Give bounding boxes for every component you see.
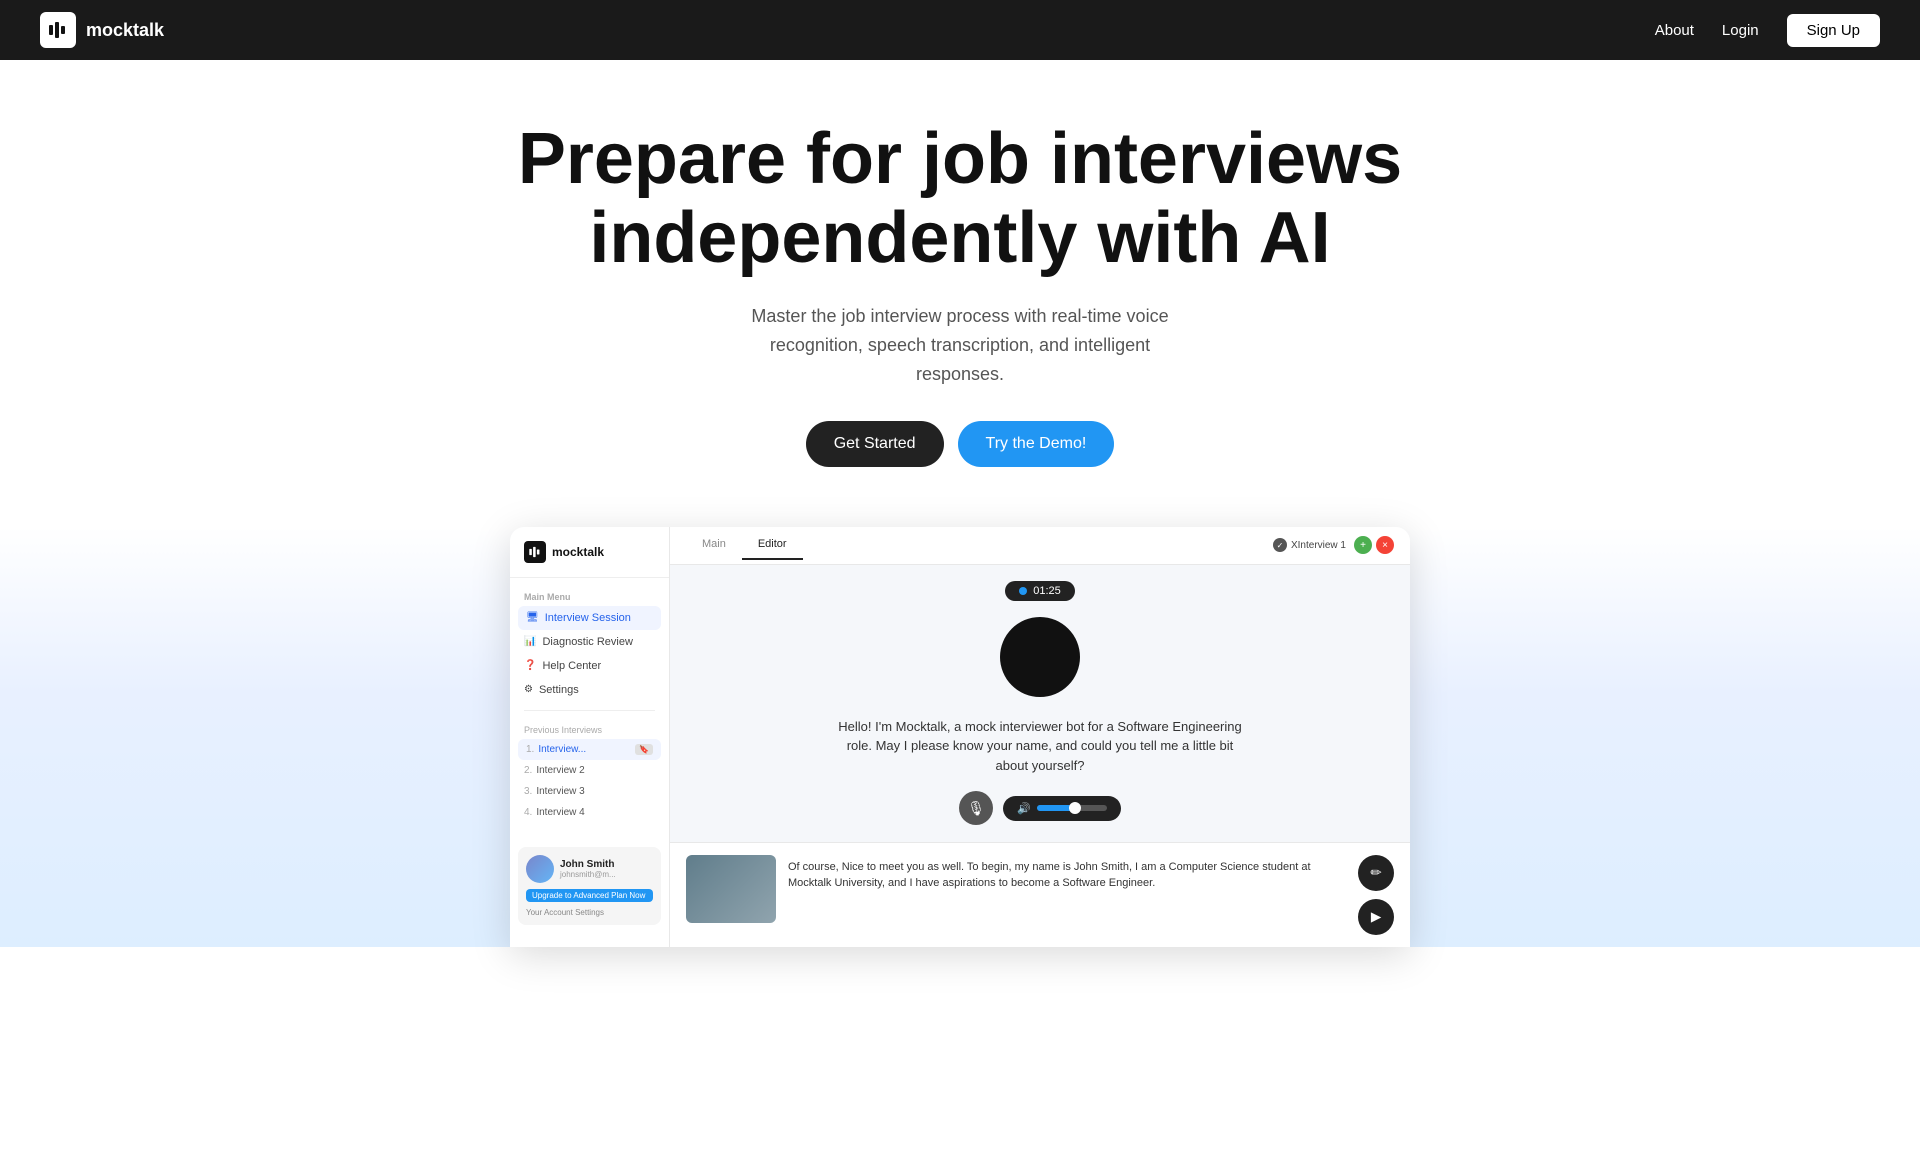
hero-subtitle: Master the job interview process with re… [730, 302, 1190, 388]
user-card: John Smith johnsmith@m... Upgrade to Adv… [518, 847, 661, 925]
demo-wrapper: mocktalk Main Menu 🖥 Interview Session 📊… [0, 527, 1920, 947]
video-placeholder [686, 855, 776, 923]
timer-value: 01:25 [1033, 585, 1061, 597]
response-actions: ✏ ▶ [1358, 855, 1394, 935]
check-icon [1273, 538, 1287, 552]
topbar-actions: + × [1354, 536, 1394, 554]
interview-item-2[interactable]: 2.Interview 2 [510, 760, 669, 781]
interview-item-4[interactable]: 4.Interview 4 [510, 802, 669, 823]
sidebar-item-interview-session[interactable]: 🖥 Interview Session [518, 606, 661, 630]
help-center-icon: ❓ [524, 660, 536, 671]
diagnostic-review-icon: 📊 [524, 636, 536, 647]
slider-thumb[interactable] [1069, 802, 1081, 814]
user-info: John Smith johnsmith@m... [560, 859, 616, 879]
avatar-image [526, 855, 554, 883]
demo-container: mocktalk Main Menu 🖥 Interview Session 📊… [510, 527, 1410, 947]
user-settings[interactable]: Your Account Settings [526, 908, 653, 917]
sidebar-logo-icon [524, 541, 546, 563]
interview-session-icon: 🖥 [526, 612, 539, 623]
timer-badge: 01:25 [1005, 581, 1075, 601]
volume-slider-track[interactable] [1037, 805, 1107, 811]
controls-row: 🎙 🔊 [959, 791, 1121, 825]
get-started-button[interactable]: Get Started [806, 421, 944, 467]
mute-button[interactable]: 🎙 [959, 791, 993, 825]
response-video [686, 855, 776, 923]
main-content: Main Editor XInterview 1 + × [670, 527, 1410, 947]
response-area: Of course, Nice to meet you as well. To … [670, 842, 1410, 947]
close-tab-button[interactable]: × [1376, 536, 1394, 554]
sidebar-divider [524, 710, 655, 711]
interview-area: 01:25 Hello! I'm Mocktalk, a mock interv… [670, 565, 1410, 842]
user-plan[interactable]: Upgrade to Advanced Plan Now [526, 889, 653, 902]
sidebar-item-help-center[interactable]: ❓ Help Center [510, 654, 669, 678]
interview-badge-top: XInterview 1 [1273, 538, 1346, 552]
sidebar-section-label: Main Menu [510, 586, 669, 606]
navbar: mocktalk About Login Sign Up [0, 0, 1920, 60]
send-response-button[interactable]: ▶ [1358, 899, 1394, 935]
edit-response-button[interactable]: ✏ [1358, 855, 1394, 891]
sidebar-logo-text: mocktalk [552, 545, 604, 559]
user-name: John Smith [560, 859, 616, 870]
sidebar-item-settings[interactable]: ⚙ Settings [510, 678, 669, 702]
sidebar-logo: mocktalk [510, 541, 669, 578]
about-link[interactable]: About [1655, 22, 1694, 39]
logo-link[interactable]: mocktalk [40, 12, 164, 48]
tab-main[interactable]: Main [686, 530, 742, 560]
user-card-top: John Smith johnsmith@m... [526, 855, 653, 883]
timer-dot [1019, 587, 1027, 595]
add-tab-button[interactable]: + [1354, 536, 1372, 554]
volume-control: 🔊 [1003, 796, 1121, 821]
interview-badge-1: 🔖 [635, 744, 653, 755]
interview-item-3[interactable]: 3.Interview 3 [510, 781, 669, 802]
tab-editor[interactable]: Editor [742, 530, 803, 560]
settings-icon: ⚙ [524, 684, 533, 695]
interview-question: Hello! I'm Mocktalk, a mock interviewer … [830, 717, 1250, 776]
logo-icon [40, 12, 76, 48]
hero-title: Prepare for job interviews independently… [510, 120, 1410, 278]
try-demo-button[interactable]: Try the Demo! [958, 421, 1115, 467]
interview-item-1[interactable]: 1.Interview... 🔖 [518, 739, 661, 760]
volume-icon: 🔊 [1017, 802, 1031, 815]
nav-links: About Login Sign Up [1655, 14, 1880, 47]
microphone-orb[interactable] [1000, 617, 1080, 697]
hero-buttons: Get Started Try the Demo! [0, 421, 1920, 467]
user-email: johnsmith@m... [560, 870, 616, 879]
previous-interviews-label: Previous Interviews [510, 719, 669, 739]
topbar-right: XInterview 1 + × [1273, 536, 1394, 554]
avatar [526, 855, 554, 883]
mute-icon: 🎙 [967, 800, 985, 817]
topbar: Main Editor XInterview 1 + × [670, 527, 1410, 565]
topbar-tabs: Main Editor [686, 530, 803, 560]
hero-section: Prepare for job interviews independently… [0, 0, 1920, 467]
logo-text: mocktalk [86, 20, 164, 41]
sidebar: mocktalk Main Menu 🖥 Interview Session 📊… [510, 527, 670, 947]
response-text: Of course, Nice to meet you as well. To … [788, 855, 1346, 892]
signup-button[interactable]: Sign Up [1787, 14, 1880, 47]
sidebar-item-diagnostic-review[interactable]: 📊 Diagnostic Review [510, 630, 669, 654]
login-link[interactable]: Login [1722, 22, 1759, 39]
